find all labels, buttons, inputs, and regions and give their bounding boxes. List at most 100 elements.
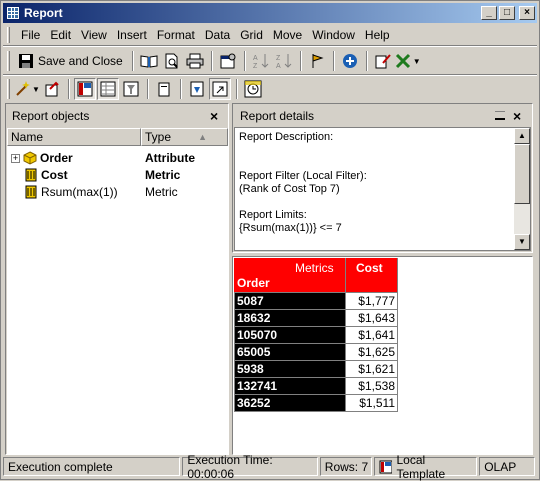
scroll-up-icon[interactable]: ▲ bbox=[514, 128, 530, 144]
cost-header-cell[interactable]: Cost bbox=[346, 258, 398, 292]
cost-cell[interactable]: $1,641 bbox=[345, 326, 398, 344]
title-bar[interactable]: Report _ □ × bbox=[3, 3, 537, 23]
metric-icon bbox=[25, 168, 37, 182]
object-type: Attribute bbox=[145, 151, 195, 165]
metrics-corner-label: Metrics bbox=[295, 261, 334, 275]
report-objects-title: Report objects bbox=[12, 109, 90, 123]
order-cell[interactable]: 18632 bbox=[234, 309, 346, 327]
object-type: Metric bbox=[145, 168, 181, 182]
add-button[interactable] bbox=[339, 50, 361, 72]
menu-help[interactable]: Help bbox=[360, 28, 395, 42]
details-line bbox=[239, 144, 526, 157]
column-header-name[interactable]: Name bbox=[7, 128, 141, 146]
order-cell[interactable]: 65005 bbox=[234, 343, 346, 361]
minimize-pane-icon[interactable] bbox=[495, 111, 505, 120]
toolbar-grip[interactable] bbox=[7, 51, 10, 71]
order-cell[interactable]: 5938 bbox=[234, 360, 346, 378]
order-cell[interactable]: 105070 bbox=[234, 326, 346, 344]
menu-edit[interactable]: Edit bbox=[45, 28, 76, 42]
menubar-grip[interactable] bbox=[7, 27, 10, 43]
cost-cell[interactable]: $1,625 bbox=[345, 343, 398, 361]
report-grid-area[interactable]: Metrics Order Cost 5087 $1,777 18632 $1,64… bbox=[232, 256, 533, 455]
scroll-down-icon[interactable]: ▼ bbox=[514, 234, 530, 250]
wizard-button[interactable]: ▼ bbox=[14, 78, 40, 100]
save-and-close-button[interactable]: Save and Close bbox=[14, 50, 127, 72]
status-bar: Execution complete Execution Time: 00:00… bbox=[3, 453, 537, 481]
grid-row[interactable]: 18632 $1,643 bbox=[234, 309, 398, 327]
cost-cell[interactable]: $1,643 bbox=[345, 309, 398, 327]
attribute-icon bbox=[23, 151, 37, 165]
order-cell[interactable]: 132741 bbox=[234, 377, 346, 395]
schedule-button[interactable] bbox=[242, 78, 264, 100]
page-by-button[interactable] bbox=[153, 78, 175, 100]
minimize-button[interactable]: _ bbox=[481, 6, 497, 20]
menu-insert[interactable]: Insert bbox=[112, 28, 152, 42]
maximize-button[interactable]: □ bbox=[499, 6, 515, 20]
details-line bbox=[239, 157, 526, 170]
refresh-button[interactable] bbox=[41, 78, 63, 100]
menu-window[interactable]: Window bbox=[307, 28, 360, 42]
close-pane-icon[interactable]: × bbox=[210, 108, 218, 124]
grid-row[interactable]: 132741 $1,538 bbox=[234, 377, 398, 395]
sort-descending-button[interactable]: ZA bbox=[273, 50, 295, 72]
close-button[interactable]: × bbox=[519, 6, 535, 20]
order-cell[interactable]: 5087 bbox=[234, 292, 346, 310]
threshold-button[interactable] bbox=[306, 50, 328, 72]
svg-text:Z: Z bbox=[253, 63, 258, 70]
grid-row[interactable]: 36252 $1,511 bbox=[234, 394, 398, 412]
grid-header-block: Metrics Order Cost bbox=[234, 258, 398, 292]
menu-bar: File Edit View Insert Format Data Grid M… bbox=[3, 25, 537, 45]
grid-row[interactable]: 5938 $1,621 bbox=[234, 360, 398, 378]
order-header-cell[interactable]: Metrics Order bbox=[234, 258, 346, 292]
toolbar-separator bbox=[235, 79, 238, 99]
grid-row[interactable]: 65005 $1,625 bbox=[234, 343, 398, 361]
object-browser-button[interactable] bbox=[186, 78, 208, 100]
grid-row[interactable]: 105070 $1,641 bbox=[234, 326, 398, 344]
tree-row-rsum[interactable]: Rsum(max(1)) bbox=[24, 184, 118, 200]
menu-data[interactable]: Data bbox=[200, 28, 235, 42]
properties-button[interactable] bbox=[217, 50, 239, 72]
toolbar-separator bbox=[146, 79, 149, 99]
report-details-box[interactable]: Report Description: Report Filter (Local… bbox=[234, 127, 531, 251]
menu-grid[interactable]: Grid bbox=[235, 28, 268, 42]
open-book-button[interactable] bbox=[138, 50, 160, 72]
toolbar-separator bbox=[365, 51, 368, 71]
scroll-thumb[interactable] bbox=[514, 144, 530, 204]
cost-cell[interactable]: $1,511 bbox=[345, 394, 398, 412]
dropdown-arrow-icon[interactable]: ▼ bbox=[32, 85, 40, 94]
menu-move[interactable]: Move bbox=[268, 28, 307, 42]
column-header-type[interactable]: Type ▲ bbox=[141, 128, 228, 146]
design-view-button[interactable] bbox=[73, 78, 96, 100]
tree-row-cost[interactable]: Cost bbox=[24, 167, 68, 183]
excel-icon bbox=[395, 53, 410, 69]
print-button[interactable] bbox=[184, 50, 206, 72]
sql-view-button[interactable] bbox=[208, 78, 231, 100]
menu-file[interactable]: File bbox=[16, 28, 45, 42]
toolbar-grip[interactable] bbox=[7, 79, 10, 99]
plus-circle-icon bbox=[342, 54, 357, 68]
close-pane-icon[interactable]: × bbox=[513, 108, 521, 124]
cost-cell[interactable]: $1,621 bbox=[345, 360, 398, 378]
filter-view-button[interactable] bbox=[120, 78, 142, 100]
grid-view-button[interactable] bbox=[96, 78, 119, 100]
cost-cell[interactable]: $1,538 bbox=[345, 377, 398, 395]
report-details-title: Report details bbox=[240, 109, 315, 123]
expand-icon[interactable]: + bbox=[11, 153, 20, 163]
cost-cell[interactable]: $1,777 bbox=[345, 292, 398, 310]
details-scrollbar[interactable]: ▲ ▼ bbox=[514, 128, 530, 250]
grid-row[interactable]: 5087 $1,777 bbox=[234, 292, 398, 310]
tree-row-order[interactable]: + Order bbox=[11, 150, 73, 166]
menu-format[interactable]: Format bbox=[152, 28, 200, 42]
wand-icon bbox=[16, 81, 30, 96]
window-title: Report bbox=[24, 6, 63, 20]
column-header-type-label: Type bbox=[145, 130, 172, 144]
export-excel-button[interactable]: ▼ bbox=[395, 50, 421, 72]
edit-report-button[interactable] bbox=[372, 50, 394, 72]
order-cell[interactable]: 36252 bbox=[234, 394, 346, 412]
dropdown-arrow-icon[interactable]: ▼ bbox=[413, 57, 421, 66]
sort-ascending-button[interactable]: AZ bbox=[250, 50, 272, 72]
objects-list[interactable]: Name Type ▲ + Order Attribute Cost Metric… bbox=[7, 128, 228, 454]
print-preview-button[interactable] bbox=[161, 50, 183, 72]
report-window: Report _ □ × File Edit View Insert Forma… bbox=[0, 0, 540, 481]
menu-view[interactable]: View bbox=[76, 28, 112, 42]
